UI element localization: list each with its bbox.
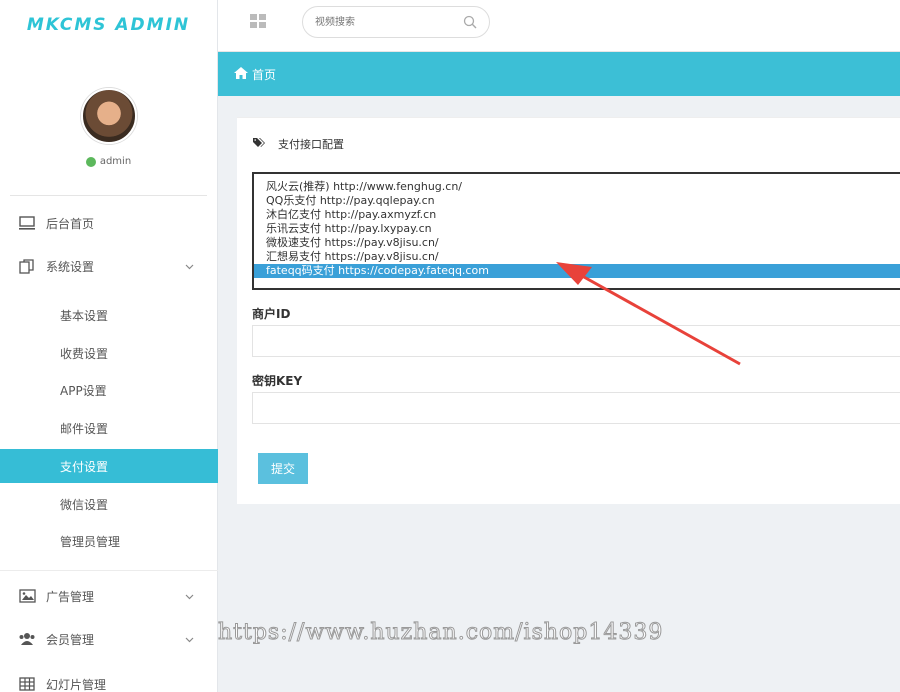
- secret-key-field[interactable]: [252, 392, 900, 424]
- search-box: [302, 6, 490, 38]
- sidebar-item-label: 会员管理: [46, 632, 95, 647]
- user-status: admin: [85, 156, 132, 167]
- merchant-id-label: 商户ID: [252, 307, 291, 321]
- sidebar-item-dashboard[interactable]: 后台首页: [0, 208, 218, 238]
- home-icon: [234, 66, 248, 82]
- merchant-id-field[interactable]: [252, 325, 900, 357]
- sidebar-item-label: 广告管理: [46, 589, 95, 604]
- sidebar-subitem-wechat-settings[interactable]: 微信设置: [0, 487, 218, 521]
- sidebar-subitem-mail-settings[interactable]: 邮件设置: [0, 411, 218, 445]
- sidebar-subitem-app-settings[interactable]: APP设置: [0, 373, 218, 407]
- payment-option-selected[interactable]: fateqq码支付 https://codepay.fateqq.com: [254, 264, 900, 278]
- sidebar-subitem-label: 收费设置: [60, 346, 109, 361]
- payment-option[interactable]: 汇想易支付 https://pay.v8jisu.cn/: [254, 250, 900, 264]
- sidebar: MKCMS ADMIN admin 后台首页 系统设置 基本设置 收费设置 AP…: [0, 0, 218, 692]
- panel-title: 支付接口配置: [278, 138, 344, 151]
- logo-text: MKCMS ADMIN: [26, 15, 191, 35]
- panel-header: 支付接口配置: [253, 136, 344, 152]
- sidebar-subitem-fee-settings[interactable]: 收费设置: [0, 336, 218, 370]
- sidebar-subitem-label: 邮件设置: [60, 421, 109, 436]
- secret-key-label: 密钥KEY: [252, 374, 303, 388]
- payment-interface-select[interactable]: 风火云(推荐) http://www.fenghug.cn/ QQ乐支付 htt…: [252, 172, 900, 290]
- image-icon: [18, 589, 36, 603]
- chevron-down-icon: [185, 259, 194, 273]
- breadcrumb: 首页: [218, 52, 900, 96]
- sidebar-subitem-admin-management[interactable]: 管理员管理: [0, 524, 218, 558]
- sidebar-subitem-payment-settings[interactable]: 支付设置: [0, 449, 218, 483]
- sidebar-item-member-management[interactable]: 会员管理: [0, 624, 218, 654]
- grid-menu-icon[interactable]: [250, 14, 266, 28]
- sidebar-item-ad-management[interactable]: 广告管理: [0, 581, 218, 611]
- sidebar-item-label: 幻灯片管理: [46, 677, 107, 692]
- sidebar-divider: [0, 570, 218, 571]
- profile-divider: [10, 195, 207, 196]
- sidebar-item-label: 系统设置: [46, 259, 95, 274]
- sidebar-item-slideshow-management[interactable]: 幻灯片管理: [0, 669, 218, 692]
- users-icon: [18, 632, 36, 646]
- payment-option[interactable]: 微极速支付 https://pay.v8jisu.cn/: [254, 236, 900, 250]
- sidebar-subitem-label: 管理员管理: [60, 534, 121, 549]
- user-profile: admin: [0, 50, 217, 195]
- avatar[interactable]: [80, 88, 137, 144]
- sidebar-subitem-label: APP设置: [60, 383, 107, 398]
- sidebar-subitem-label: 基本设置: [60, 308, 109, 323]
- submit-button[interactable]: 提交: [258, 453, 308, 484]
- username: admin: [99, 156, 132, 167]
- payment-option[interactable]: 风火云(推荐) http://www.fenghug.cn/: [254, 180, 900, 194]
- online-status-icon: [85, 156, 96, 167]
- chevron-down-icon: [185, 632, 194, 646]
- chevron-down-icon: [185, 589, 194, 603]
- search-input[interactable]: [303, 7, 443, 37]
- search-icon[interactable]: [463, 15, 477, 32]
- payment-option[interactable]: 沐白亿支付 http://pay.axmyzf.cn: [254, 208, 900, 222]
- payment-option[interactable]: QQ乐支付 http://pay.qqlepay.cn: [254, 194, 900, 208]
- sidebar-subitem-label: 支付设置: [60, 459, 109, 474]
- logo[interactable]: MKCMS ADMIN: [0, 0, 217, 50]
- sidebar-subitem-label: 微信设置: [60, 497, 109, 512]
- copy-icon: [18, 258, 36, 274]
- tags-icon: [253, 137, 266, 151]
- monitor-icon: [18, 216, 36, 230]
- table-icon: [18, 677, 36, 691]
- sidebar-subitem-basic-settings[interactable]: 基本设置: [0, 298, 218, 332]
- payment-config-panel: 支付接口配置 风火云(推荐) http://www.fenghug.cn/ QQ…: [237, 117, 900, 504]
- payment-option[interactable]: 乐讯云支付 http://pay.lxypay.cn: [254, 222, 900, 236]
- breadcrumb-home-link[interactable]: 首页: [252, 66, 276, 83]
- sidebar-item-label: 后台首页: [46, 216, 95, 231]
- top-bar: [218, 0, 900, 52]
- watermark: https://www.huzhan.com/ishop14339: [217, 620, 664, 646]
- sidebar-item-system-settings[interactable]: 系统设置: [0, 251, 218, 281]
